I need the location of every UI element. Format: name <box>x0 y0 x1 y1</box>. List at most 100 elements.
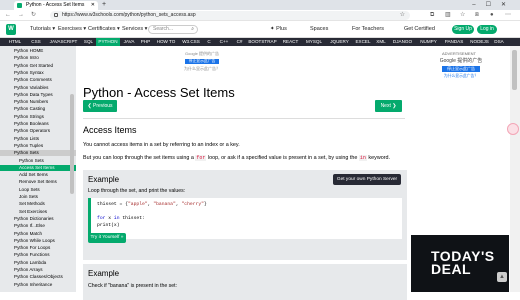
extensions-icon[interactable]: ⧉ <box>430 11 434 20</box>
topnav-item-java[interactable]: JAVA <box>120 38 138 46</box>
deal-ad-banner[interactable]: TODAY'S DEAL <box>411 235 509 292</box>
tutorials-menu[interactable]: Tutorials ▾ <box>30 24 55 35</box>
section-heading: Access Items <box>83 125 137 135</box>
page-scrollbar[interactable] <box>510 46 520 292</box>
sidebar-scrollbar[interactable] <box>70 94 74 194</box>
topnav-item-c-[interactable]: C# <box>233 38 246 46</box>
topnav-item-django[interactable]: DJANGO <box>389 38 416 46</box>
sidebar-item-python-sets[interactable]: Python Sets <box>0 158 76 164</box>
split-screen-icon[interactable]: ▥ <box>445 11 451 20</box>
spaces-link[interactable]: Spaces <box>310 24 328 35</box>
sidebar-item-python-syntax[interactable]: Python Syntax <box>0 70 76 76</box>
previous-button[interactable]: ❮ Previous <box>83 100 117 112</box>
topnav-item-xml[interactable]: XML <box>373 38 389 46</box>
sidebar-item-python-dictionaries[interactable]: Python Dictionaries <box>0 216 76 222</box>
topnav-item-jquery[interactable]: JQUERY <box>326 38 353 46</box>
side-widget-icon[interactable] <box>507 123 519 135</box>
sidebar-item-python-comments[interactable]: Python Comments <box>0 77 76 83</box>
topnav-item-nodejs[interactable]: NODEJS <box>467 38 492 46</box>
back-icon[interactable]: ← <box>5 11 11 20</box>
close-tab-icon[interactable]: ✕ <box>91 1 95 10</box>
sidebar-item-join-sets[interactable]: Join Sets <box>0 194 76 200</box>
topnav-item-react[interactable]: REACT <box>279 38 302 46</box>
sidebar-item-python-numbers[interactable]: Python Numbers <box>0 99 76 105</box>
sidebar-item-python-casting[interactable]: Python Casting <box>0 106 76 112</box>
topnav-item-how-to[interactable]: HOW TO <box>153 38 179 46</box>
sidebar-item-set-methods[interactable]: Set Methods <box>0 201 76 207</box>
sidebar-item-set-exercises[interactable]: Set Exercises <box>0 209 76 215</box>
topnav-item-bootstrap[interactable]: BOOTSTRAP <box>246 38 279 46</box>
scrollbar-thumb[interactable] <box>512 50 517 90</box>
bookmark-star-icon[interactable]: ☆ <box>400 11 405 20</box>
get-server-button[interactable]: Get your own Python Server <box>333 174 401 185</box>
topnav-item-javascript[interactable]: JAVASCRIPT <box>46 38 81 46</box>
get-certified-link[interactable]: Get Certified <box>404 24 435 35</box>
stop-ad-button[interactable]: 停止显示此广告 <box>185 59 219 64</box>
sidebar-item-loop-sets[interactable]: Loop Sets <box>0 187 76 193</box>
sidebar-item-python-for-loops[interactable]: Python For Loops <box>0 245 76 251</box>
sidebar-item-python-tuples[interactable]: Python Tuples <box>0 143 76 149</box>
topnav-item-w3-css[interactable]: W3.CSS <box>179 38 203 46</box>
next-button[interactable]: Next ❯ <box>375 100 402 112</box>
topnav-item-css[interactable]: CSS <box>26 38 46 46</box>
topnav-item-c-[interactable]: C++ <box>215 38 233 46</box>
sidebar-item-python-data-types[interactable]: Python Data Types <box>0 92 76 98</box>
example-heading: Example <box>88 269 120 278</box>
sidebar-item-python-strings[interactable]: Python Strings <box>0 114 76 120</box>
sidebar-item-python-home[interactable]: Python HOME <box>0 48 76 54</box>
topnav-item-dsa[interactable]: DSA <box>492 38 506 46</box>
why-ad-link[interactable]: 为什么显示此广告？ <box>157 66 247 72</box>
certificates-menu[interactable]: Certificates ▾ <box>88 24 120 35</box>
sidebar-item-python-classes-objects[interactable]: Python Classes/Objects <box>0 274 76 280</box>
sidebar-item-python-lists[interactable]: Python Lists <box>0 136 76 142</box>
topnav-item-python[interactable]: PYTHON <box>96 38 120 46</box>
sidebar-item-python-variables[interactable]: Python Variables <box>0 85 76 91</box>
sidebar-item-python-if-else[interactable]: Python If...Else <box>0 223 76 229</box>
topnav-item-sql[interactable]: SQL <box>81 38 96 46</box>
sidebar-item-python-arrays[interactable]: Python Arrays <box>0 267 76 273</box>
exercises-menu[interactable]: Exercises ▾ <box>58 24 86 35</box>
sidebar-item-python-booleans[interactable]: Python Booleans <box>0 121 76 127</box>
try-it-button[interactable]: Try it Yourself » <box>88 233 126 243</box>
plus-link[interactable]: ✦ Plus <box>270 24 287 35</box>
topnav-item-html[interactable]: HTML <box>4 38 26 46</box>
log-in-button[interactable]: Log in <box>477 25 497 34</box>
sidebar-item-python-lambda[interactable]: Python Lambda <box>0 260 76 266</box>
forward-icon[interactable]: → <box>18 11 24 20</box>
menu-icon[interactable]: ⋯ <box>505 11 511 20</box>
sidebar-item-access-set-items[interactable]: Access Set Items <box>0 164 76 171</box>
url-input[interactable]: https://www.w3schools.com/python/python_… <box>50 11 410 20</box>
for-teachers-link[interactable]: For Teachers <box>352 24 384 35</box>
sidebar-item-python-sets[interactable]: Python Sets <box>0 150 76 157</box>
topnav-item-excel[interactable]: EXCEL <box>353 38 373 46</box>
sidebar-item-python-while-loops[interactable]: Python While Loops <box>0 238 76 244</box>
search-icon[interactable]: ⌕ <box>191 26 194 33</box>
why-ad-link[interactable]: 为什么显示此广告？ <box>436 74 486 79</box>
topnav-item-c[interactable]: C <box>203 38 215 46</box>
sidebar-item-python-get-started[interactable]: Python Get Started <box>0 63 76 69</box>
collections-icon[interactable]: ⧈ <box>475 11 479 20</box>
w3schools-logo[interactable]: W <box>6 24 16 35</box>
profile-icon[interactable]: ● <box>490 11 494 20</box>
sign-up-button[interactable]: Sign Up <box>452 25 474 34</box>
topnav-item-mysql[interactable]: MYSQL <box>302 38 326 46</box>
sidebar-item-python-operators[interactable]: Python Operators <box>0 128 76 134</box>
window-controls[interactable]: –☐✕ <box>472 0 516 10</box>
sidebar-item-remove-set-items[interactable]: Remove Set Items <box>0 179 76 185</box>
sidebar-item-python-functions[interactable]: Python Functions <box>0 252 76 258</box>
services-menu[interactable]: Services ▾ <box>122 24 147 35</box>
topnav-item-php[interactable]: PHP <box>138 38 153 46</box>
sidebar-item-python-inheritance[interactable]: Python Inheritance <box>0 282 76 288</box>
reload-icon[interactable]: ↻ <box>31 11 36 20</box>
sidebar-item-python-intro[interactable]: Python Intro <box>0 55 76 61</box>
back-to-top-icon[interactable]: ▲ <box>497 272 507 282</box>
topnav-item-pandas[interactable]: PANDAS <box>441 38 467 46</box>
stop-ad-button[interactable]: 停止显示此广告 <box>442 66 480 72</box>
sidebar-item-add-set-items[interactable]: Add Set Items <box>0 172 76 178</box>
favorites-icon[interactable]: ☆ <box>460 11 465 20</box>
topnav-item-numpy[interactable]: NUMPY <box>416 38 441 46</box>
browser-tab[interactable]: Python - Access Set Items ✕ <box>14 1 98 10</box>
new-tab-icon[interactable]: + <box>102 0 106 10</box>
search-input[interactable]: Search... ⌕ <box>148 25 198 34</box>
sidebar-item-python-match[interactable]: Python Match <box>0 231 76 237</box>
